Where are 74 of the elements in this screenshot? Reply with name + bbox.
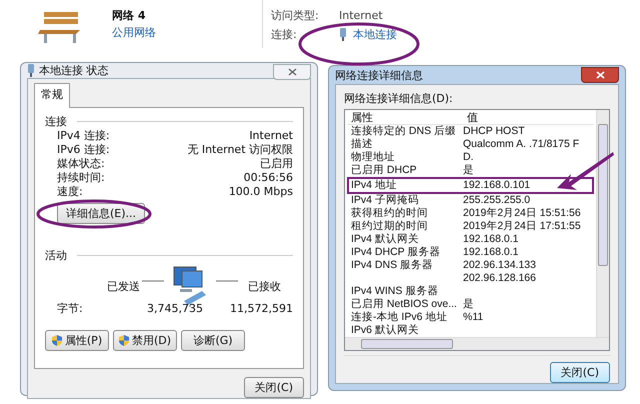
dialog-button[interactable]: 属性(P) [45, 330, 109, 351]
property-cell-text: IPv4 子网掩码 [350, 194, 420, 207]
close-icon [288, 68, 296, 76]
field-label: IPv4 连接: [57, 129, 110, 143]
value-cell: %11 [463, 311, 484, 324]
shield-icon [118, 335, 129, 346]
value-cell: D. [463, 151, 474, 164]
connection-label: 连接: [271, 27, 298, 42]
value-cell: 202.96.134.133 [463, 259, 536, 272]
field-value: 100.0 Mbps [228, 185, 293, 199]
bytes-sent: 3,745,735 [146, 302, 203, 315]
field-value: Internet [249, 129, 293, 143]
property-cell-text: IPv4 DHCP 服务器 [350, 246, 442, 259]
column-header[interactable]: 属性 [347, 110, 463, 124]
value-cell: 是 [463, 298, 474, 311]
close-dialog-button[interactable]: 关闭(C) [244, 377, 304, 398]
value-cell: 192.168.0.1 [463, 246, 518, 259]
vertical-scrollbar[interactable] [596, 110, 609, 337]
dialog-button[interactable]: 诊断(G) [181, 330, 245, 351]
access-type-value: Internet [339, 9, 383, 22]
horizontal-scrollbar[interactable] [345, 337, 609, 350]
property-cell-text: 连接特定的 DNS 后缀 [350, 125, 458, 138]
value-cell: 2019年2月24日 15:51:56 [463, 207, 581, 220]
network-adapter-icon [27, 64, 35, 77]
window-title: 本地连接 状态 [39, 63, 108, 78]
details-button[interactable]: 详细信息(E)... [57, 203, 146, 224]
property-cell-text: 获得租约的时间 [350, 207, 429, 220]
field-label: 持续时间: [57, 171, 105, 185]
dialog-button[interactable]: 禁用(D) [113, 330, 177, 351]
property-cell-text: 物理地址 [350, 151, 396, 164]
value-cell: 192.168.0.1 [463, 233, 518, 246]
property-cell-text: 连接-本地 IPv6 地址 [350, 311, 448, 324]
sent-label: 已发送 [107, 278, 140, 294]
value-cell: 2019年2月24日 17:51:55 [463, 220, 581, 233]
property-cell-text: IPv4 地址 [350, 179, 398, 192]
value-cell: 202.96.128.166 [463, 272, 536, 285]
property-cell-text: IPv4 默认网关 [350, 233, 420, 246]
connection-link[interactable]: 本地连接 [353, 27, 397, 42]
property-cell-text: IPv4 WINS 服务器 [350, 285, 440, 298]
property-cell-text: 描述 [350, 138, 374, 151]
close-button[interactable] [273, 64, 311, 80]
value-cell: 是 [463, 164, 474, 177]
value-cell: 192.168.0.101 [463, 179, 530, 192]
window-title: 网络连接详细信息 [335, 68, 423, 82]
column-header[interactable]: 值 [463, 110, 478, 124]
list-label: 网络连接详细信息(D): [344, 91, 454, 106]
property-cell-text: 租约过期的时间 [350, 220, 429, 233]
property-cell-text: IPv6 默认网关 [350, 324, 420, 337]
network-name: 网络 4 [112, 8, 146, 23]
field-label: 速度: [57, 185, 83, 199]
received-label: 已接收 [248, 278, 281, 294]
section-heading: 活动 [45, 248, 67, 263]
property-cell-text: 已启用 NetBIOS ove... [350, 298, 458, 311]
value-cell: Qualcomm A. .71/8175 F [463, 138, 580, 151]
field-label: 媒体状态: [57, 157, 105, 171]
shield-icon [52, 335, 62, 346]
field-value: 00:56:56 [244, 171, 293, 185]
bytes-label: 字节: [57, 301, 84, 316]
property-cell-text: 已启用 DHCP [350, 164, 418, 177]
property-cell-text: IPv4 DNS 服务器 [350, 259, 434, 272]
close-button[interactable] [581, 67, 619, 83]
section-heading: 连接 [45, 114, 67, 129]
network-adapter-icon [339, 28, 347, 41]
value-cell: 255.255.255.0 [463, 194, 530, 207]
value-cell: DHCP HOST [463, 125, 525, 138]
field-value: 无 Internet 访问权限 [187, 143, 293, 157]
bytes-received: 11,572,591 [229, 302, 293, 315]
access-type-label: 访问类型: [271, 8, 320, 23]
close-icon [596, 71, 604, 79]
tab[interactable]: 常规 [34, 83, 70, 108]
close-dialog-button[interactable]: 关闭(C) [550, 362, 610, 383]
field-label: IPv6 连接: [57, 143, 110, 157]
field-value: 已启用 [260, 157, 293, 171]
network-type-link[interactable]: 公用网络 [112, 25, 252, 40]
